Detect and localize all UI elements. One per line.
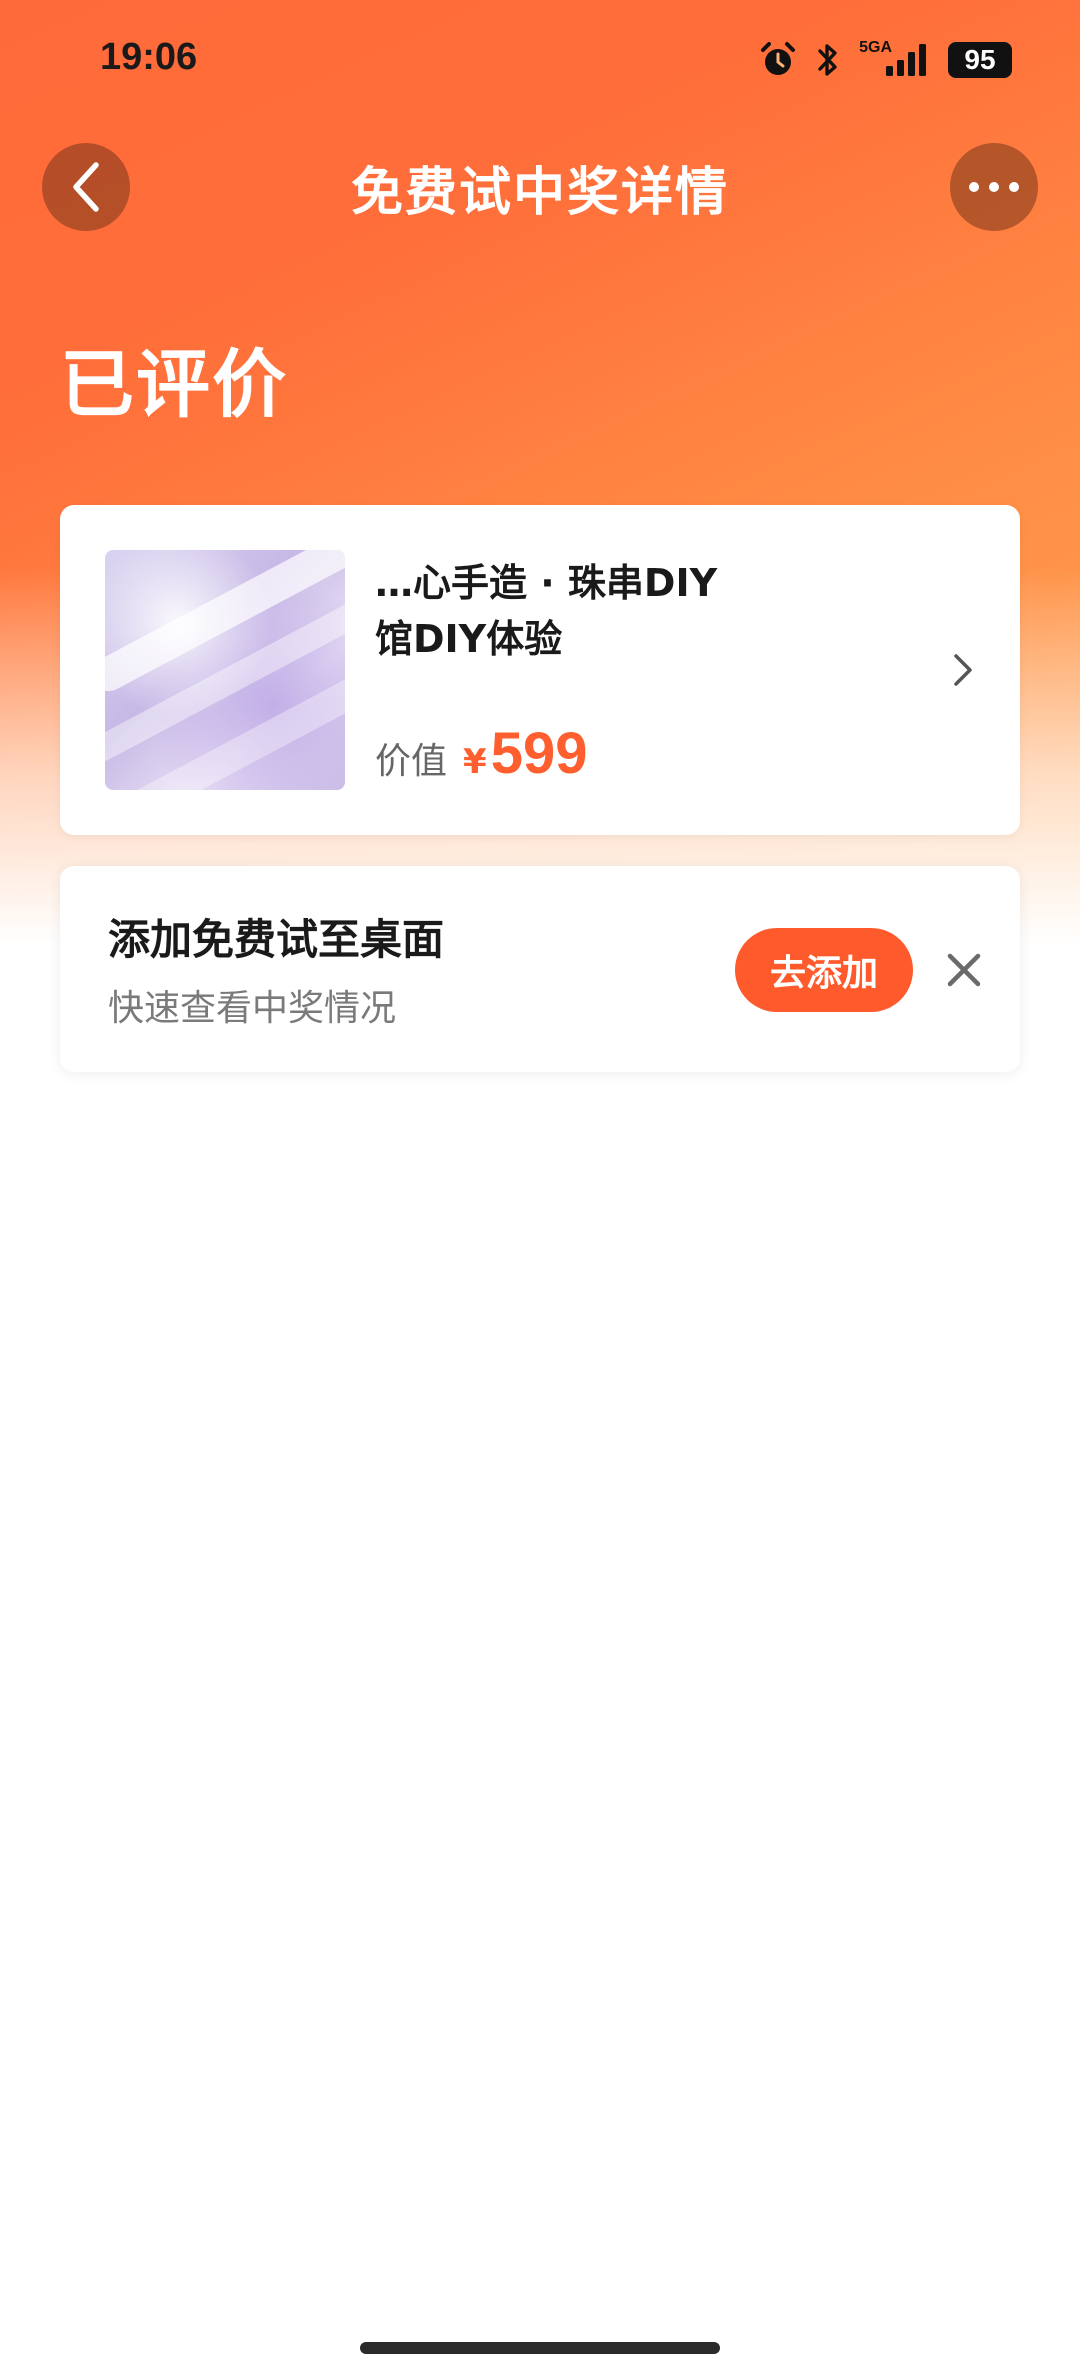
bluetooth-icon xyxy=(815,41,841,79)
product-title-line2: 馆DIY体验 xyxy=(375,617,563,661)
status-heading: 已评价 xyxy=(60,342,288,428)
widget-tip-subtitle: 快速查看中奖情况 xyxy=(108,988,397,1029)
page: 19:06 5GA 95 免费试中奖详情 已评价 …心手造 · 珠串DIY 馆D… xyxy=(0,0,1080,2376)
add-to-desktop-button[interactable]: 去添加 xyxy=(735,928,913,1012)
close-icon xyxy=(947,953,981,987)
close-tip-button[interactable] xyxy=(940,946,988,994)
more-button[interactable] xyxy=(950,143,1038,231)
product-thumbnail xyxy=(105,550,345,790)
product-title-line1: …心手造 · 珠串DIY xyxy=(375,561,718,605)
chevron-right-icon xyxy=(954,654,972,686)
network-type: 5GA xyxy=(859,39,892,56)
product-title: …心手造 · 珠串DIY 馆DIY体验 xyxy=(375,555,915,667)
price-label: 价值 xyxy=(375,741,448,782)
product-card[interactable]: …心手造 · 珠串DIY 馆DIY体验 价值 ¥ 599 xyxy=(60,505,1020,835)
alarm-icon xyxy=(759,41,797,79)
more-dots-icon xyxy=(969,182,1019,192)
widget-tip-card: 添加免费试至桌面 快速查看中奖情况 去添加 xyxy=(60,866,1020,1072)
page-title: 免费试中奖详情 xyxy=(350,163,729,223)
widget-tip-title: 添加免费试至桌面 xyxy=(108,915,445,964)
status-icons: 5GA 95 xyxy=(759,38,1012,82)
battery-icon: 95 xyxy=(948,42,1012,78)
price-currency: ¥ xyxy=(463,742,487,782)
status-time: 19:06 xyxy=(100,36,198,78)
price-value: 599 xyxy=(490,721,588,786)
price-row: 价值 ¥ 599 xyxy=(375,720,587,787)
home-indicator[interactable] xyxy=(360,2342,720,2354)
status-bar: 19:06 5GA 95 xyxy=(0,0,1080,120)
signal-icon: 5GA xyxy=(859,39,930,78)
